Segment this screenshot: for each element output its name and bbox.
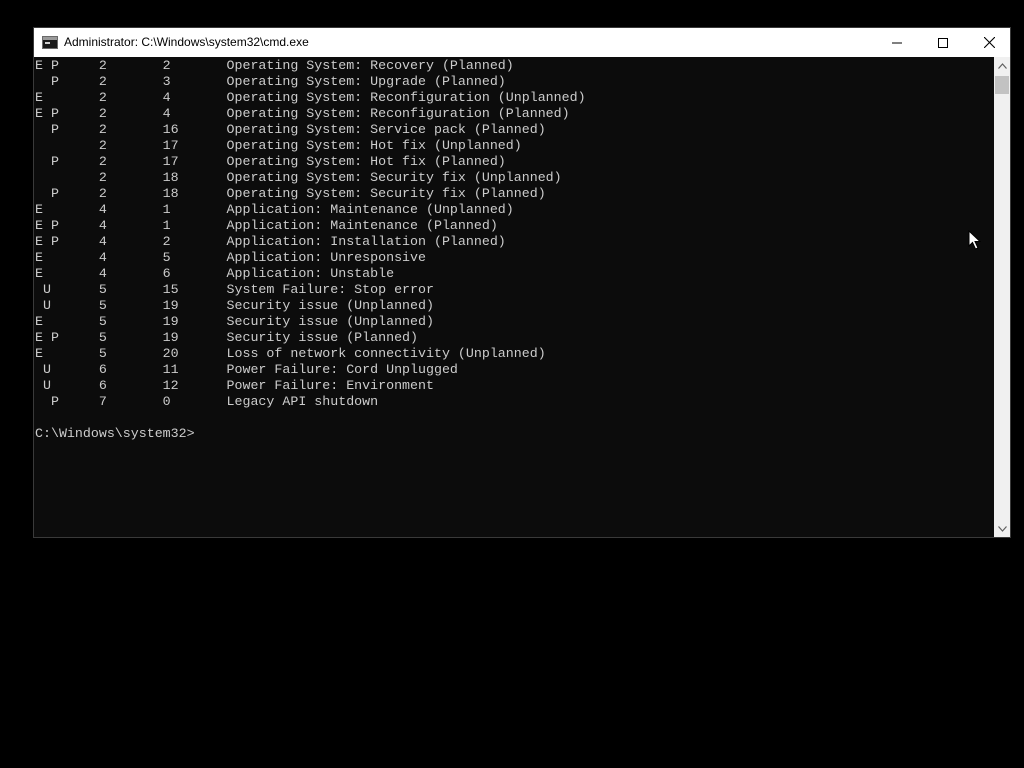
maximize-button[interactable] — [920, 28, 966, 57]
console-line: E 5 19 Security issue (Unplanned) — [35, 314, 434, 329]
cmd-window: Administrator: C:\Windows\system32\cmd.e… — [33, 27, 1011, 538]
cmd-icon[interactable] — [42, 36, 58, 49]
maximize-icon — [938, 37, 948, 48]
minimize-button[interactable] — [874, 28, 920, 57]
console-line: 2 18 Operating System: Security fix (Unp… — [35, 170, 562, 185]
vertical-scrollbar[interactable] — [994, 57, 1010, 537]
title-bar[interactable]: Administrator: C:\Windows\system32\cmd.e… — [34, 28, 1010, 57]
console-line: E P 5 19 Security issue (Planned) — [35, 330, 419, 345]
minimize-icon — [892, 42, 902, 43]
console-line: 2 17 Operating System: Hot fix (Unplanne… — [35, 138, 522, 153]
scroll-up-button[interactable] — [994, 57, 1010, 74]
console-line: U 6 12 Power Failure: Environment — [35, 378, 434, 393]
console-line: E P 4 1 Application: Maintenance (Planne… — [35, 218, 498, 233]
console-line: U 6 11 Power Failure: Cord Unplugged — [35, 362, 458, 377]
close-icon — [983, 37, 995, 48]
mouse-pointer-icon — [968, 230, 982, 250]
scroll-thumb[interactable] — [995, 76, 1009, 94]
console-line: E 2 4 Operating System: Reconfiguration … — [35, 90, 586, 105]
scroll-down-button[interactable] — [994, 520, 1010, 537]
command-prompt[interactable]: C:\Windows\system32> — [35, 426, 195, 442]
close-button[interactable] — [966, 28, 1012, 57]
window-title: Administrator: C:\Windows\system32\cmd.e… — [64, 35, 309, 49]
console-line: P 2 16 Operating System: Service pack (P… — [35, 122, 546, 137]
console-line: P 7 0 Legacy API shutdown — [35, 394, 379, 409]
console-line: E 4 1 Application: Maintenance (Unplanne… — [35, 202, 514, 217]
console-line: U 5 15 System Failure: Stop error — [35, 282, 434, 297]
chevron-up-icon — [997, 62, 1007, 69]
console-output[interactable]: E P 2 2 Operating System: Recovery (Plan… — [34, 57, 994, 537]
console-line: E 4 5 Application: Unresponsive — [35, 250, 426, 265]
console-line: E P 4 2 Application: Installation (Plann… — [35, 234, 506, 249]
console-line: E 4 6 Application: Unstable — [35, 266, 395, 281]
chevron-down-icon — [997, 525, 1007, 532]
console-line: E P 2 2 Operating System: Recovery (Plan… — [35, 58, 514, 73]
console-line: P 2 18 Operating System: Security fix (P… — [35, 186, 546, 201]
console-line: E 5 20 Loss of network connectivity (Unp… — [35, 346, 546, 361]
console-line: P 2 17 Operating System: Hot fix (Planne… — [35, 154, 506, 169]
console-line: U 5 19 Security issue (Unplanned) — [35, 298, 434, 313]
console-line: P 2 3 Operating System: Upgrade (Planned… — [35, 74, 506, 89]
console-line: E P 2 4 Operating System: Reconfiguratio… — [35, 106, 570, 121]
